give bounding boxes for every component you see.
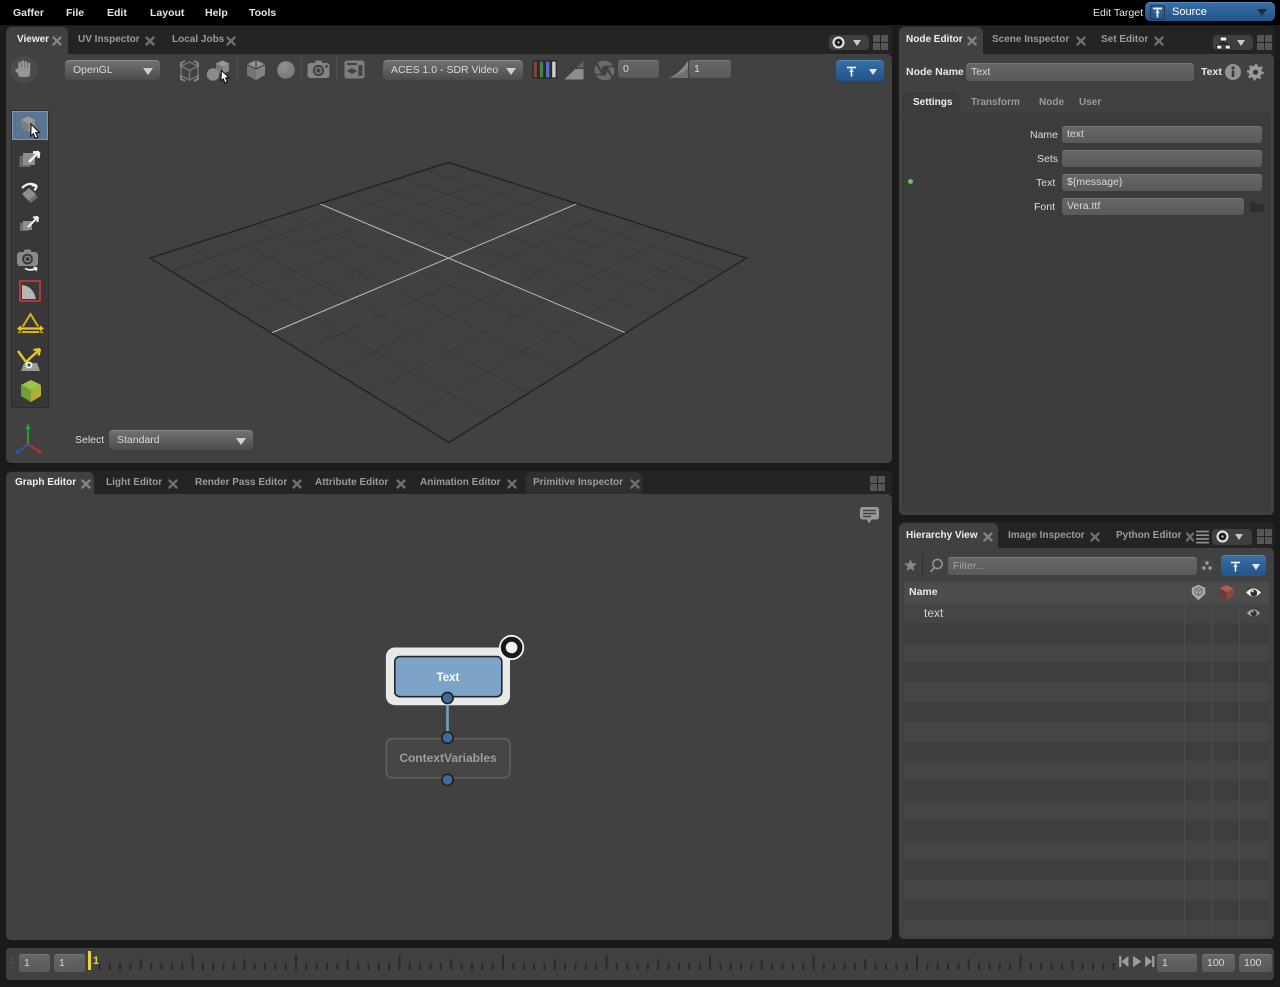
svg-text:Text: Text — [437, 672, 460, 684]
svg-text:ContextVariables: ContextVariables — [399, 751, 497, 765]
